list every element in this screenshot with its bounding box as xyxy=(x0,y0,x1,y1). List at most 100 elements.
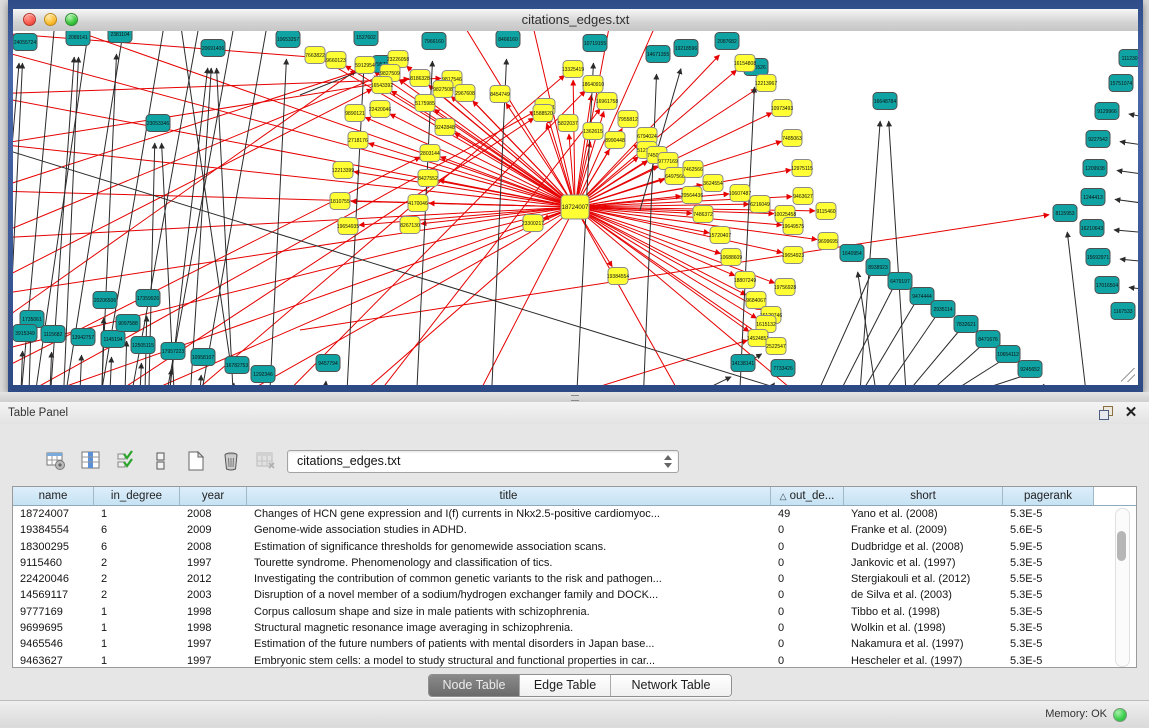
graph-node[interactable]: 12213967 xyxy=(755,75,777,92)
graph-edge[interactable] xyxy=(29,337,31,385)
graph-node[interactable]: 12213399 xyxy=(332,162,354,179)
graph-edge[interactable] xyxy=(1117,170,1138,175)
graph-node[interactable]: 7966160 xyxy=(422,33,446,50)
graph-edge[interactable] xyxy=(1043,384,1048,385)
graph-edge[interactable] xyxy=(1067,232,1086,385)
graph-node[interactable]: 8427552 xyxy=(418,170,438,187)
graph-node[interactable]: 7663822 xyxy=(305,47,325,64)
graph-edge[interactable] xyxy=(1120,142,1138,146)
graph-node[interactable]: 2089141 xyxy=(66,31,90,46)
table-row[interactable]: 1938455462009Genome-wide association stu… xyxy=(13,522,1136,538)
graph-edge[interactable] xyxy=(1129,114,1138,118)
graph-node[interactable]: 2935114 xyxy=(931,301,955,318)
graph-node[interactable]: 15720407 xyxy=(709,227,731,244)
column-header-pagerank[interactable]: pagerank xyxy=(1003,487,1094,506)
graph-node[interactable]: 17359926 xyxy=(136,290,160,307)
graph-edge[interactable] xyxy=(858,272,876,385)
graph-node[interactable]: 9115460 xyxy=(816,203,836,220)
select-all-check-button[interactable] xyxy=(114,449,138,473)
graph-node[interactable]: 1810755 xyxy=(330,193,350,210)
graph-node[interactable]: 16648784 xyxy=(873,93,897,110)
graph-edge[interactable] xyxy=(908,331,959,385)
table-row[interactable]: 911546021997Tourette syndrome. Phenomeno… xyxy=(13,555,1136,571)
graph-edge[interactable] xyxy=(325,381,326,385)
graph-node[interactable]: 13325419 xyxy=(562,61,584,78)
graph-node[interactable]: 14671355 xyxy=(646,46,670,63)
graph-edge[interactable] xyxy=(575,207,746,295)
graph-edge[interactable] xyxy=(930,346,981,385)
graph-node[interactable]: 8990448 xyxy=(605,132,625,149)
graph-edge[interactable] xyxy=(952,361,1001,385)
graph-node[interactable]: 2803144 xyxy=(420,145,440,162)
graph-node[interactable]: 8267130 xyxy=(400,217,420,234)
graph-node[interactable]: 5175985 xyxy=(415,95,435,112)
graph-node[interactable]: 9777169 xyxy=(658,153,678,170)
graph-node[interactable]: 1292346 xyxy=(251,366,275,383)
graph-node[interactable]: 9097588 xyxy=(116,315,140,332)
graph-node[interactable]: 1145194 xyxy=(101,331,125,348)
graph-edge[interactable] xyxy=(200,375,201,385)
graph-node[interactable]: 8471676 xyxy=(976,331,1000,348)
graph-node[interactable]: 2967608 xyxy=(455,85,475,102)
graph-node[interactable]: 2381104 xyxy=(108,31,132,43)
graph-node[interactable]: 10688609 xyxy=(720,249,742,266)
graph-node[interactable]: 2087682 xyxy=(715,33,739,50)
graph-edge[interactable] xyxy=(818,274,871,385)
graph-node[interactable]: 16210643 xyxy=(1080,220,1104,237)
graph-edge[interactable] xyxy=(889,121,906,385)
close-panel-button[interactable]: ✕ xyxy=(1123,404,1139,422)
graph-edge[interactable] xyxy=(490,59,507,385)
graph-node[interactable]: 7955812 xyxy=(618,111,638,128)
graph-node[interactable]: 19218596 xyxy=(674,40,698,57)
graph-edge[interactable] xyxy=(755,354,762,358)
graph-node[interactable]: 1640954 xyxy=(840,245,864,262)
graph-edge[interactable] xyxy=(1120,259,1138,262)
graph-node[interactable]: 4170046 xyxy=(408,195,428,212)
table-row[interactable]: 1456911722003Disruption of a novel membe… xyxy=(13,587,1136,603)
delete-table-disabled-button[interactable] xyxy=(254,449,278,473)
table-row[interactable]: 1830029562008Estimation of significance … xyxy=(13,539,1136,555)
graph-edge[interactable] xyxy=(460,207,575,385)
graph-node[interactable]: 9474444 xyxy=(910,288,934,305)
graph-edge[interactable] xyxy=(13,40,575,207)
panel-splitter[interactable] xyxy=(0,392,1149,402)
graph-edge[interactable] xyxy=(1115,199,1138,204)
graph-node[interactable]: 18807249 xyxy=(734,272,756,289)
graph-node[interactable]: 20564436 xyxy=(681,187,703,204)
row-height-button[interactable] xyxy=(149,449,173,473)
graph-node[interactable]: 19654935 xyxy=(337,218,359,235)
graph-node[interactable]: 9684067 xyxy=(746,292,766,309)
graph-node[interactable]: 9457794 xyxy=(316,355,340,372)
column-header-name[interactable]: name xyxy=(13,487,94,506)
graph-node[interactable]: 9463627 xyxy=(793,188,813,205)
tab-edge-table[interactable]: Edge Table xyxy=(520,675,611,696)
graph-node[interactable]: 1167533 xyxy=(1111,303,1135,320)
table-selector[interactable]: citations_edges.txt xyxy=(287,450,679,473)
delete-trash-button[interactable] xyxy=(219,449,243,473)
graph-node[interactable]: 3624554 xyxy=(703,175,723,192)
network-window-titlebar[interactable]: citations_edges.txt xyxy=(13,9,1138,32)
graph-edge[interactable] xyxy=(884,316,936,385)
graph-node[interactable]: 20691406 xyxy=(201,40,225,57)
table-row[interactable]: 1872400712008Changes of HCN gene express… xyxy=(13,506,1136,522)
column-chooser-button[interactable] xyxy=(79,449,103,473)
graph-node[interactable]: 10973493 xyxy=(771,100,793,117)
graph-node[interactable]: 6497568 xyxy=(665,168,685,185)
graph-node[interactable]: 17957223 xyxy=(161,343,185,360)
graph-node[interactable]: 2522547 xyxy=(766,338,786,355)
column-header-short[interactable]: short xyxy=(844,487,1003,506)
graph-node[interactable]: 23300217 xyxy=(522,215,544,232)
graph-node[interactable]: 1362615 xyxy=(583,123,603,140)
resize-grip-icon[interactable] xyxy=(1121,368,1135,382)
graph-node[interactable]: 19654923 xyxy=(782,247,804,264)
graph-node[interactable]: 20206506 xyxy=(93,292,117,309)
graph-node[interactable]: 1588520 xyxy=(533,105,553,122)
graph-node[interactable]: 1112304 xyxy=(1119,50,1138,67)
new-file-button[interactable] xyxy=(184,449,208,473)
graph-node[interactable]: 7486372 xyxy=(693,206,713,223)
graph-node[interactable]: 19649575 xyxy=(782,218,804,235)
graph-node[interactable]: 16154808 xyxy=(734,55,756,72)
graph-node[interactable]: 2718176 xyxy=(348,132,368,149)
graph-node[interactable]: 24055724 xyxy=(13,34,37,51)
graph-node[interactable]: 10653257 xyxy=(276,31,300,48)
